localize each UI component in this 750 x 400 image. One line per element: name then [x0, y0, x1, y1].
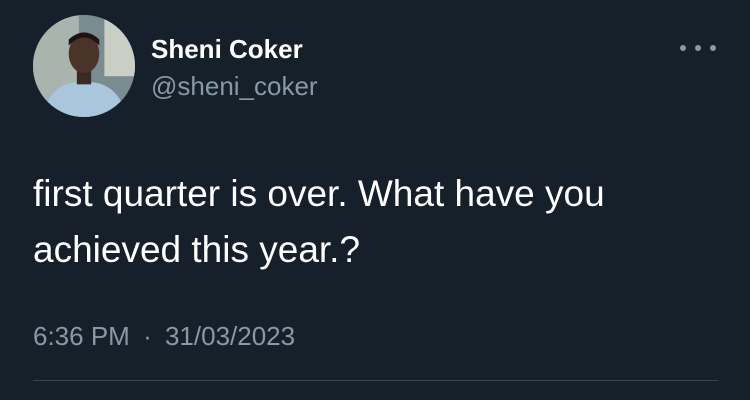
divider [33, 380, 718, 381]
display-name[interactable]: Sheni Coker [151, 34, 303, 65]
avatar[interactable] [33, 15, 135, 117]
dot-icon [695, 45, 701, 51]
tweet-metadata: 6:36 PM · 31/03/2023 [33, 321, 295, 352]
dot-icon [710, 45, 716, 51]
avatar-photo [33, 15, 135, 117]
tweet-time[interactable]: 6:36 PM [33, 321, 130, 351]
meta-separator: · [143, 321, 152, 351]
user-handle[interactable]: @sheni_coker [151, 71, 318, 102]
tweet-text: first quarter is over. What have you ach… [33, 173, 605, 270]
tweet-date[interactable]: 31/03/2023 [165, 321, 295, 351]
dot-icon [680, 45, 686, 51]
tweet-card: Sheni Coker @sheni_coker first quarter i… [0, 0, 750, 400]
more-options-icon[interactable] [680, 38, 716, 58]
